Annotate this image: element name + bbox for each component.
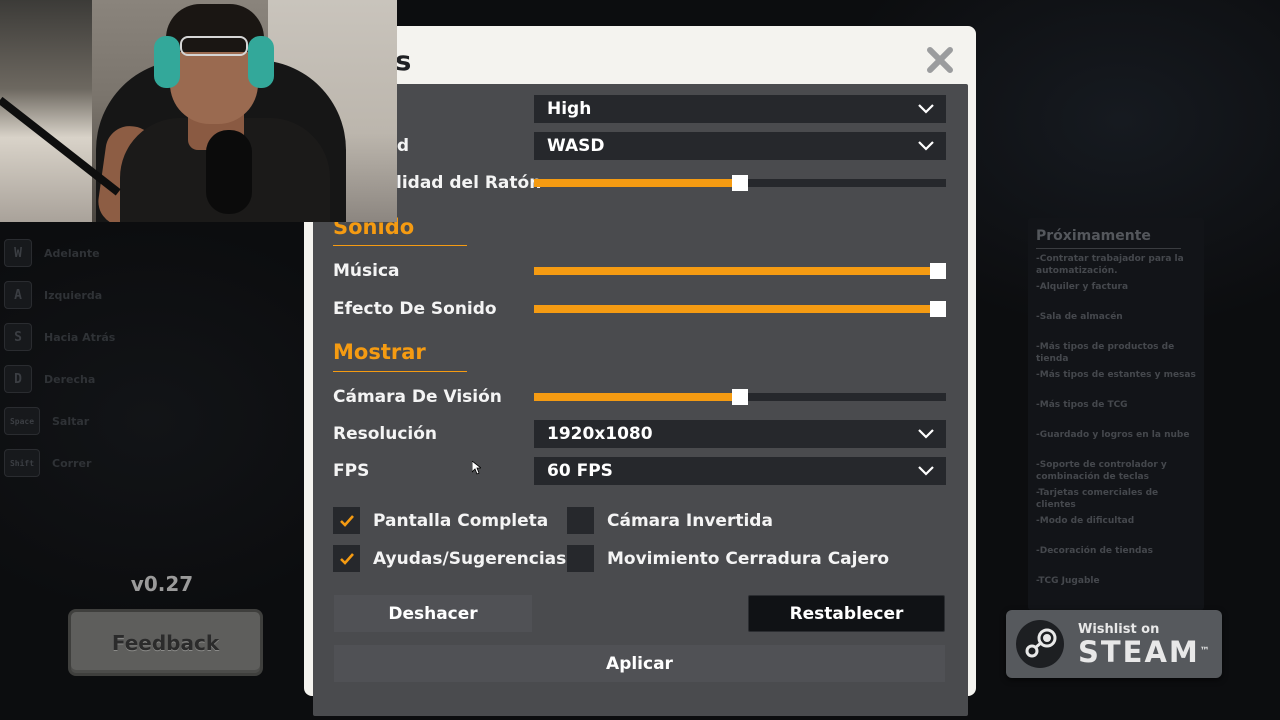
control-hint: D Derecha	[4, 358, 284, 400]
upcoming-item: -Alquiler y factura	[1036, 282, 1129, 292]
hints-label: Ayudas/Sugerencias	[373, 549, 567, 569]
control-label: Correr	[52, 456, 92, 470]
camera-slider[interactable]	[534, 389, 946, 405]
slider-fill	[534, 393, 740, 401]
checkmark-icon	[339, 514, 354, 527]
section-divider	[333, 371, 467, 372]
chevron-down-icon	[918, 466, 934, 476]
keyboard-value: WASD	[547, 136, 605, 156]
close-icon	[927, 47, 953, 73]
control-hint: S Hacia Atrás	[4, 316, 284, 358]
slider-thumb[interactable]	[732, 175, 748, 191]
upcoming-features-panel: Próximamente -Contratar trabajador para …	[1028, 218, 1204, 610]
mouse-sensitivity-slider[interactable]	[534, 175, 946, 191]
fps-label: FPS	[333, 461, 370, 481]
slider-thumb[interactable]	[732, 389, 748, 405]
upcoming-item: -Soporte de controlador y combinación de…	[1036, 460, 1167, 482]
invert-camera-label: Cámara Invertida	[607, 511, 773, 531]
keyboard-dropdown[interactable]: WASD	[534, 132, 946, 160]
slider-fill	[534, 179, 740, 187]
upcoming-item: -TCG Jugable	[1036, 576, 1100, 586]
key-s: S	[4, 323, 32, 351]
camera-row: Cámara De Visión	[333, 382, 502, 412]
control-hint: Space Saltar	[4, 400, 284, 442]
hints-checkbox[interactable]	[333, 545, 360, 572]
slider-thumb[interactable]	[930, 301, 946, 317]
music-label: Música	[333, 261, 400, 281]
section-title-display: Mostrar	[333, 340, 426, 364]
upcoming-title: Próximamente	[1036, 228, 1181, 249]
resolution-value: 1920x1080	[547, 424, 653, 444]
webcam-overlay	[0, 0, 397, 222]
upcoming-item: -Sala de almacén	[1036, 312, 1123, 322]
music-row: Música	[333, 256, 400, 286]
control-label: Hacia Atrás	[44, 330, 116, 344]
quality-value: High	[547, 99, 592, 119]
chevron-down-icon	[918, 104, 934, 114]
slider-fill	[534, 267, 946, 275]
version-label: v0.27	[130, 572, 194, 596]
control-label: Adelante	[44, 246, 100, 260]
slider-thumb[interactable]	[930, 263, 946, 279]
steam-icon	[1016, 620, 1064, 668]
undo-button[interactable]: Deshacer	[334, 595, 532, 632]
slider-fill	[534, 305, 946, 313]
camera-label: Cámara De Visión	[333, 387, 502, 407]
upcoming-item: -Más tipos de productos de tienda	[1036, 342, 1175, 364]
control-hint: Shift Correr	[4, 442, 284, 484]
close-button[interactable]	[922, 42, 958, 78]
upcoming-item: -Modo de dificultad	[1036, 516, 1135, 526]
fps-dropdown[interactable]: 60 FPS	[534, 457, 946, 485]
feedback-button[interactable]: Feedback	[68, 609, 263, 676]
sfx-label: Efecto De Sonido	[333, 299, 497, 319]
microphone-icon	[206, 130, 252, 214]
control-hint: A Izquierda	[4, 274, 284, 316]
music-slider[interactable]	[534, 263, 946, 279]
sfx-slider[interactable]	[534, 301, 946, 317]
steam-wishlist-button[interactable]: Wishlist on STEAM™	[1006, 610, 1222, 678]
control-hint: W Adelante	[4, 232, 284, 274]
steam-wordmark: STEAM	[1078, 634, 1200, 669]
sfx-row: Efecto De Sonido	[333, 294, 497, 324]
headphones-icon	[154, 36, 180, 88]
key-a: A	[4, 281, 32, 309]
quality-dropdown[interactable]: High	[534, 95, 946, 123]
apply-button[interactable]: Aplicar	[334, 645, 945, 682]
chevron-down-icon	[918, 429, 934, 439]
fps-value: 60 FPS	[547, 461, 613, 481]
controls-help-list: W Adelante A Izquierda S Hacia Atrás D D…	[4, 232, 284, 484]
resolution-dropdown[interactable]: 1920x1080	[534, 420, 946, 448]
webcam-glasses	[180, 36, 248, 56]
fps-row: FPS	[333, 456, 369, 486]
cashier-lock-checkbox[interactable]	[567, 545, 594, 572]
upcoming-item: -Guardado y logros en la nube	[1036, 430, 1190, 440]
section-divider	[333, 245, 467, 246]
reset-button[interactable]: Restablecer	[748, 595, 945, 632]
headphones-icon	[248, 36, 274, 88]
steam-trademark: ™	[1199, 645, 1212, 657]
key-space: Space	[4, 407, 40, 435]
mouse-sensitivity-label: lidad del Ratón	[396, 173, 542, 193]
upcoming-item: -Más tipos de estantes y mesas	[1036, 370, 1196, 380]
key-d: D	[4, 365, 32, 393]
cashier-lock-label: Movimiento Cerradura Cajero	[607, 549, 890, 569]
resolution-label: Resolución	[333, 424, 438, 444]
upcoming-item: -Decoración de tiendas	[1036, 546, 1153, 556]
resolution-row: Resolución	[333, 419, 437, 449]
upcoming-item: -Más tipos de TCG	[1036, 400, 1128, 410]
mouse-cursor-icon	[472, 461, 481, 475]
key-w: W	[4, 239, 32, 267]
fullscreen-label: Pantalla Completa	[373, 511, 549, 531]
fullscreen-checkbox[interactable]	[333, 507, 360, 534]
invert-camera-checkbox[interactable]	[567, 507, 594, 534]
upcoming-item: -Tarjetas comerciales de clientes	[1036, 488, 1159, 510]
control-label: Izquierda	[44, 288, 103, 302]
chevron-down-icon	[918, 141, 934, 151]
control-label: Derecha	[44, 372, 96, 386]
upcoming-item: -Contratar trabajador para la automatiza…	[1036, 254, 1184, 276]
checkmark-icon	[339, 552, 354, 565]
control-label: Saltar	[52, 414, 90, 428]
key-shift: Shift	[4, 449, 40, 477]
